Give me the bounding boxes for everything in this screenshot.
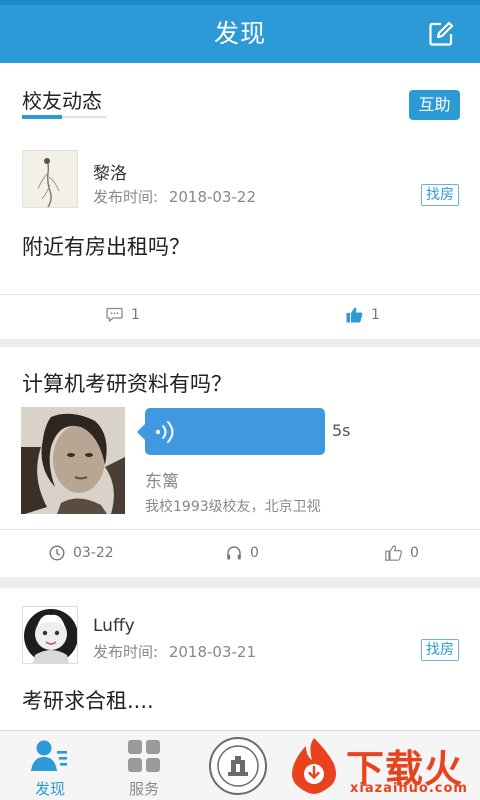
post-card[interactable]: 计算机考研资料有吗？ 5s 东篱 我校1993级校友，北京卫视 03-22 0 …: [0, 347, 480, 577]
comment-icon: [106, 307, 123, 323]
voice-wave-icon: [155, 421, 174, 443]
avatar[interactable]: [22, 150, 78, 208]
time-label: 发布时间:: [93, 643, 159, 661]
tab-discover[interactable]: 发现: [10, 731, 90, 800]
post-photo[interactable]: [21, 407, 125, 514]
service-grid-icon: [128, 740, 160, 772]
listen-count-stat[interactable]: 0: [226, 545, 259, 561]
post-card[interactable]: 黎洛 发布时间: 2018-03-22 找房 附近有房出租吗？ 1 1: [0, 131, 480, 339]
avatar[interactable]: [22, 606, 78, 664]
listen-count: 0: [250, 545, 259, 561]
watermark-logo: 下载火 xiazaihuo.com: [280, 730, 480, 800]
headphones-icon: [227, 546, 241, 560]
watermark-url: xiazaihuo.com: [350, 781, 468, 796]
clock-icon: [49, 545, 65, 561]
divider: [0, 529, 480, 530]
post-date: 2018-03-22: [168, 188, 257, 206]
author-name[interactable]: 东篱: [145, 467, 179, 492]
thumbs-up-outline-icon: [385, 545, 402, 561]
post-text: 附近有房出租吗？: [22, 235, 190, 259]
tab-service-label: 服务: [128, 780, 159, 798]
category-tag[interactable]: 找房: [421, 639, 459, 661]
post-date: 2018-03-21: [168, 643, 257, 661]
avatar-image: [23, 607, 77, 663]
post-date-stat: 03-22: [49, 545, 114, 561]
school-emblem-icon: [209, 737, 267, 795]
category-tag[interactable]: 找房: [421, 184, 459, 206]
time-label: 发布时间:: [93, 188, 159, 206]
post-card[interactable]: Luffy 发布时间: 2018-03-21 找房 考研求合租....: [0, 588, 480, 730]
section-header: 校友动态 互助: [0, 63, 480, 131]
mutual-help-button[interactable]: 互助: [409, 90, 460, 120]
post-date: 03-22: [73, 545, 114, 561]
like-button[interactable]: 0: [385, 545, 419, 561]
edit-post-button[interactable]: [428, 21, 454, 47]
discover-person-icon: [31, 740, 67, 771]
author-name[interactable]: 黎洛: [93, 159, 127, 184]
app-header: 发现: [0, 5, 480, 63]
post-text: 计算机考研资料有吗？: [22, 372, 232, 396]
tab-school[interactable]: [198, 731, 278, 800]
portrait-image: [21, 407, 125, 514]
like-button[interactable]: 1: [346, 307, 380, 323]
post-text: 考研求合租....: [22, 689, 154, 713]
voice-message-button[interactable]: [137, 408, 325, 455]
comment-count: 1: [131, 307, 140, 323]
page-title: 发现: [213, 19, 266, 48]
author-description: 我校1993级校友，北京卫视: [145, 499, 321, 515]
divider: [0, 294, 480, 295]
avatar-image: [23, 151, 77, 207]
like-count: 0: [410, 545, 419, 561]
edit-icon: [429, 21, 454, 46]
tab-alumni-news[interactable]: 校友动态: [22, 85, 102, 114]
tab-discover-label: 发现: [34, 780, 65, 798]
post-time: 发布时间: 2018-03-22: [93, 186, 256, 207]
comment-button[interactable]: 1: [106, 307, 140, 323]
thumbs-up-icon: [346, 307, 363, 323]
post-time: 发布时间: 2018-03-21: [93, 641, 256, 662]
voice-duration: 5s: [332, 421, 351, 440]
tab-service[interactable]: 服务: [104, 731, 184, 800]
tab-underline: [22, 115, 107, 119]
author-name[interactable]: Luffy: [93, 616, 135, 636]
watermark-flame-icon: [292, 738, 336, 794]
like-count: 1: [371, 307, 380, 323]
